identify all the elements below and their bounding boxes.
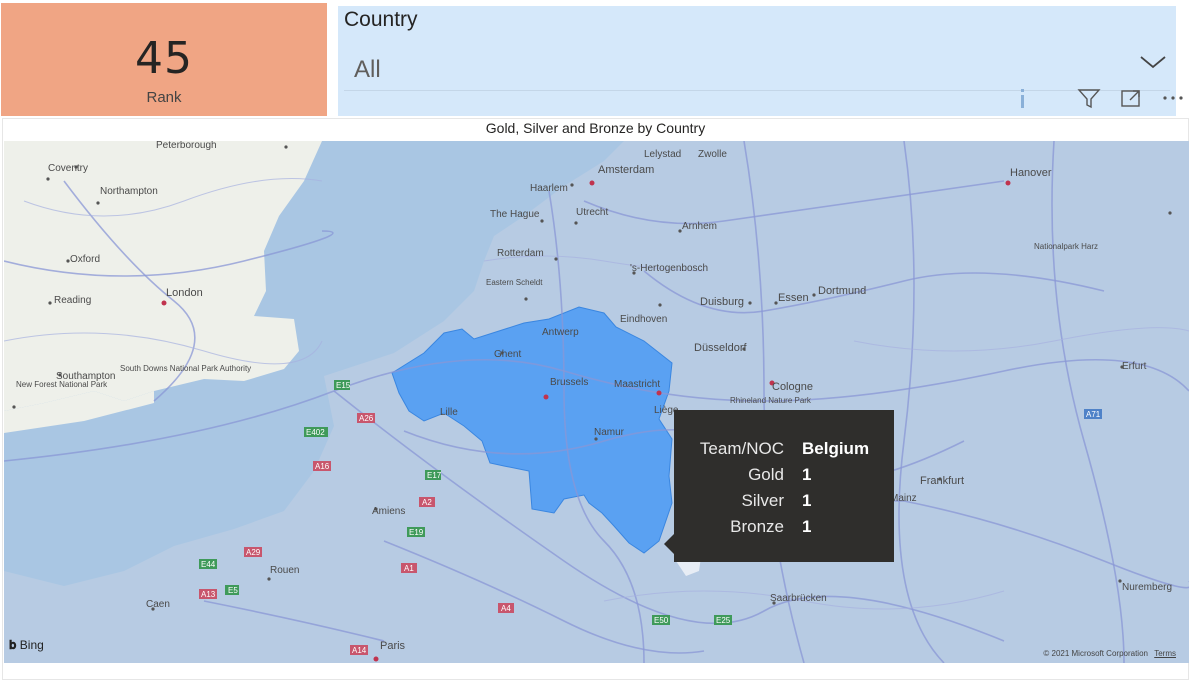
place-label: Amsterdam <box>598 164 654 176</box>
tooltip-row: Gold 1 <box>674 462 894 488</box>
country-dropdown[interactable]: All <box>344 44 1170 91</box>
map-visual: Gold, Silver and Bronze by Country Peter… <box>2 118 1189 680</box>
focus-mode-icon[interactable] <box>1119 86 1143 110</box>
place-label: Saarbrücken <box>770 593 827 604</box>
road-shield-label: A29 <box>246 548 261 557</box>
bing-icon: 𝐛 <box>9 638 17 652</box>
place-label: Peterborough <box>156 141 217 151</box>
info-icon[interactable] <box>1011 86 1035 110</box>
tooltip-row: Team/NOC Belgium <box>674 436 894 462</box>
tooltip-row: Silver 1 <box>674 488 894 514</box>
place-label: South Downs National Park Authority <box>120 364 251 373</box>
tooltip-value: Belgium <box>802 439 870 458</box>
map-copyright: © 2021 Microsoft Corporation Terms <box>1043 649 1176 658</box>
filter-icon[interactable] <box>1077 86 1101 110</box>
road-shield-label: A26 <box>359 414 374 423</box>
tooltip-key: Silver <box>741 491 784 510</box>
place-label: Arnhem <box>682 221 717 232</box>
road-shield-label: E44 <box>201 560 216 569</box>
road-shield-label: E5 <box>228 586 238 595</box>
road-shield-label: E17 <box>427 471 442 480</box>
place-label: Lelystad <box>644 149 681 160</box>
place-label: Mainz <box>890 493 917 504</box>
chevron-down-icon[interactable] <box>1138 52 1168 72</box>
bing-label: Bing <box>19 638 44 652</box>
tooltip-arrow <box>664 534 674 554</box>
place-label: Erfurt <box>1122 361 1147 372</box>
road-shield-label: E19 <box>409 528 424 537</box>
road-shield-label: A16 <box>315 462 330 471</box>
place-label: Northampton <box>100 186 158 197</box>
place-label: Paris <box>380 640 406 652</box>
tooltip-value: 1 <box>802 465 812 484</box>
road-shield-label: E25 <box>716 616 731 625</box>
place-label: Antwerp <box>542 327 579 338</box>
map-canvas[interactable]: Peterborough Coventry Northampton Oxford… <box>4 141 1189 663</box>
place-label: Hanover <box>1010 167 1052 179</box>
place-label: Frankfurt <box>920 475 964 487</box>
place-label: Nationalpark Harz <box>1034 242 1098 251</box>
road-shield-label: A4 <box>501 604 511 613</box>
road-shield-label: A1 <box>404 564 414 573</box>
road-shield-label: E402 <box>306 428 325 437</box>
place-label: Essen <box>778 292 809 304</box>
tooltip-key: Team/NOC <box>699 439 784 458</box>
place-label: Southampton <box>56 371 116 382</box>
place-label: Zwolle <box>698 149 727 160</box>
tooltip-row: Bronze 1 <box>674 514 894 540</box>
map-title: Gold, Silver and Bronze by Country <box>485 120 706 136</box>
place-label: The Hague <box>490 209 540 220</box>
place-label: Rhineland Nature Park <box>730 396 812 405</box>
place-label: Reading <box>54 295 91 306</box>
place-label: Dortmund <box>818 285 866 297</box>
more-options-icon[interactable] <box>1161 86 1185 110</box>
rank-label: Rank <box>146 89 182 106</box>
place-label: Namur <box>594 427 625 438</box>
place-label: Maastricht <box>614 379 660 390</box>
rank-value: 45 <box>135 33 193 84</box>
copyright-text: © 2021 Microsoft Corporation <box>1043 649 1148 658</box>
place-label: Haarlem <box>530 183 568 194</box>
road-shield-label: A13 <box>201 590 216 599</box>
slicer-title: Country <box>344 8 418 31</box>
road-shield-label: A71 <box>1086 410 1101 419</box>
place-label: Eastern Scheldt <box>486 278 543 287</box>
country-slicer: Country All <box>338 6 1176 116</box>
road-shield-label: A14 <box>352 646 367 655</box>
place-label: Duisburg <box>700 296 744 308</box>
dropdown-selected-value: All <box>354 56 381 83</box>
place-label: Lille <box>440 407 458 418</box>
place-label: Brussels <box>550 377 588 388</box>
road-shield-label: E15 <box>336 381 351 390</box>
place-label: Amiens <box>372 506 405 517</box>
place-label: Oxford <box>70 254 100 265</box>
bing-logo: 𝐛 Bing <box>9 638 44 653</box>
tooltip-key: Gold <box>748 465 784 484</box>
place-label: Rouen <box>270 565 299 576</box>
tooltip-key: Bronze <box>730 517 784 536</box>
rank-card: 45 Rank <box>1 3 327 116</box>
place-label: Nuremberg <box>1122 582 1172 593</box>
place-label: Caen <box>146 599 170 610</box>
map-tooltip: Team/NOC Belgium Gold 1 Silver 1 Bronze … <box>664 410 894 562</box>
road-shield-label: E50 <box>654 616 669 625</box>
place-label: Coventry <box>48 163 88 174</box>
place-label: Cologne <box>772 381 813 393</box>
place-label: Utrecht <box>576 207 608 218</box>
place-label: 's-Hertogenbosch <box>630 263 708 274</box>
place-label: Eindhoven <box>620 314 667 325</box>
place-label: Ghent <box>494 349 521 360</box>
terms-link[interactable]: Terms <box>1154 649 1176 658</box>
tooltip-value: 1 <box>802 517 812 536</box>
road-shield-label: A2 <box>422 498 432 507</box>
tooltip-value: 1 <box>802 491 812 510</box>
place-label: Düsseldorf <box>694 342 748 354</box>
place-label: London <box>166 287 203 299</box>
place-label: Rotterdam <box>497 248 544 259</box>
